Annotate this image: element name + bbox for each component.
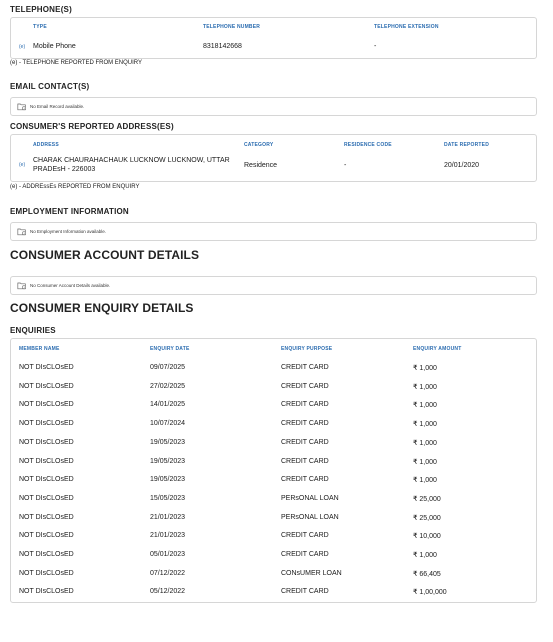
enquiry-member-cell: NOT DIsCLOsED [19,401,74,409]
email-empty-state: No Email Record available. [10,97,537,116]
address-table: ADDRESS CATEGORY RESIDENCE CODE DATE REP… [10,134,537,182]
enquiry-date-cell: 05/01/2023 [150,551,186,558]
enquiry-purpose-cell: PERsONAL LOAN [281,513,339,521]
folder-clock-icon [17,282,27,290]
enquiry-date-cell: 19/05/2023 [150,457,186,465]
enquiry-member-cell: NOT DIsCLOsED [19,532,74,540]
enquiry-purpose-cell: CREDIT CARD [281,476,329,484]
enquiry-amount-cell: ₹ 1,000 [413,458,437,466]
enquiry-member-cell: NOT DIsCLOsED [19,382,74,390]
account-section-title: CONSUMER ACCOUNT DETAILS [10,248,200,262]
address-category: Residence [244,162,278,169]
address-note: (e) - ADDREssEs REPORTED FROM ENQUIRY [10,184,140,190]
enquiry-header-member: MEMBER NAME [19,346,60,352]
address-header-residence-code: RESIDENCE CODE [344,142,392,148]
enquiry-date-cell: 09/07/2025 [150,364,186,371]
email-empty-text: No Email Record available. [30,104,85,109]
address-header-category: CATEGORY [244,142,274,148]
telephone-header-type: TYPE [33,24,47,30]
enquiry-mark: (e) [19,44,26,50]
account-empty-text: No Consumer Account Details available. [30,283,111,288]
enquiry-table: MEMBER NAME ENQUIRY DATE ENQUIRY PURPOSE… [10,338,537,603]
address-section-title: CONSUMER'S REPORTED ADDRESS(ES) [10,122,174,131]
folder-clock-icon [17,228,27,236]
telephone-table: TYPE TELEPHONE NUMBER TELEPHONE EXTENSIO… [10,17,537,59]
enquiry-member-cell: NOT DIsCLOsED [19,569,74,577]
enquiry-member-cell: NOT DIsCLOsED [19,438,74,446]
enquiry-purpose-cell: CONsUMER LOAN [281,569,342,577]
enquiry-date-cell: 10/07/2024 [150,420,186,428]
enquiry-amount-cell: ₹ 66,405 [413,570,441,578]
enquiry-date-cell: 07/12/2022 [150,569,186,577]
telephone-type: Mobile Phone [33,43,76,50]
address-residence-code: - [344,162,347,169]
telephone-section-title: TELEPHONE(S) [10,5,72,14]
enquiry-section-title: CONSUMER ENQUIRY DETAILS [10,301,194,315]
enquiry-amount-cell: ₹ 1,000 [413,383,437,391]
enquiry-date-cell: 21/01/2023 [150,513,186,521]
enquiry-member-cell: NOT DIsCLOsED [19,513,74,521]
enquiry-purpose-cell: CREDIT CARD [281,532,329,540]
enquiry-member-cell: NOT DIsCLOsED [19,494,74,502]
enquiry-member-cell: NOT DIsCLOsED [19,457,74,465]
enquiry-amount-cell: ₹ 1,000 [413,421,437,429]
enquiry-amount-cell: ₹ 1,000 [413,402,437,410]
enquiry-date-cell: 21/01/2023 [150,532,186,540]
enquiry-date-cell: 15/05/2023 [150,494,186,502]
employment-empty-state: No Employment Information available. [10,222,537,241]
enquiry-member-cell: NOT DIsCLOsED [19,476,74,484]
enquiry-purpose-cell: CREDIT CARD [281,438,329,446]
enquiry-amount-cell: ₹ 1,000 [413,552,437,559]
enquiry-purpose-cell: CREDIT CARD [281,382,329,390]
account-empty-state: No Consumer Account Details available. [10,276,537,295]
enquiry-member-cell: NOT DIsCLOsED [19,551,74,558]
enquiry-header-purpose: ENQUIRY PURPOSE [281,346,333,352]
enquiry-purpose-cell: CREDIT CARD [281,588,329,596]
enquiry-member-cell: NOT DIsCLOsED [19,420,74,428]
enquiry-amount-cell: ₹ 25,000 [413,495,441,503]
enquiry-mark: (e) [19,162,26,168]
address-header-date: DATE REPORTED [444,142,490,148]
enquiry-purpose-cell: CREDIT CARD [281,420,329,428]
address-line-1: CHARAK CHAURAHACHAUK LUCKNOW LUCKNOW, UT… [33,157,230,164]
telephone-header-extension: TELEPHONE EXTENSION [374,24,439,30]
enquiry-date-cell: 27/02/2025 [150,382,186,390]
email-section-title: EMAIL CONTACT(S) [10,82,90,91]
enquiry-date-cell: 19/05/2023 [150,438,186,446]
enquiry-amount-cell: ₹ 25,000 [413,514,441,522]
enquiry-amount-cell: ₹ 10,000 [413,533,441,541]
enquiry-amount-cell: ₹ 1,000 [413,365,437,372]
enquiry-amount-cell: ₹ 1,000 [413,477,437,485]
employment-empty-text: No Employment Information available. [30,229,107,234]
telephone-number: 8318142668 [203,43,242,50]
address-date: 20/01/2020 [444,162,480,169]
telephone-extension: - [374,43,377,50]
folder-clock-icon [17,103,27,111]
enquiry-member-cell: NOT DIsCLOsED [19,364,74,371]
enquiries-subtitle: ENQUIRIES [10,326,56,335]
enquiry-date-cell: 19/05/2023 [150,476,186,484]
enquiry-date-cell: 14/01/2025 [150,401,186,409]
enquiry-purpose-cell: CREDIT CARD [281,457,329,465]
enquiry-purpose-cell: PERsONAL LOAN [281,494,339,502]
employment-section-title: EMPLOYMENT INFORMATION [10,207,129,216]
enquiry-header-amount: ENQUIRY AMOUNT [413,346,462,352]
enquiry-purpose-cell: CREDIT CARD [281,401,329,409]
telephone-header-number: TELEPHONE NUMBER [203,24,261,30]
address-header-address: ADDRESS [33,142,59,148]
enquiry-amount-cell: ₹ 1,00,000 [413,589,447,597]
enquiry-purpose-cell: CREDIT CARD [281,364,329,371]
address-line-2: PRADEsH - 226003 [33,166,96,173]
enquiry-member-cell: NOT DIsCLOsED [19,588,74,596]
enquiry-date-cell: 05/12/2022 [150,588,186,596]
enquiry-purpose-cell: CREDIT CARD [281,551,329,558]
telephone-note: (e) - TELEPHONE REPORTED FROM ENQUIRY [10,60,143,66]
enquiry-amount-cell: ₹ 1,000 [413,439,437,447]
enquiry-header-date: ENQUIRY DATE [150,346,190,352]
